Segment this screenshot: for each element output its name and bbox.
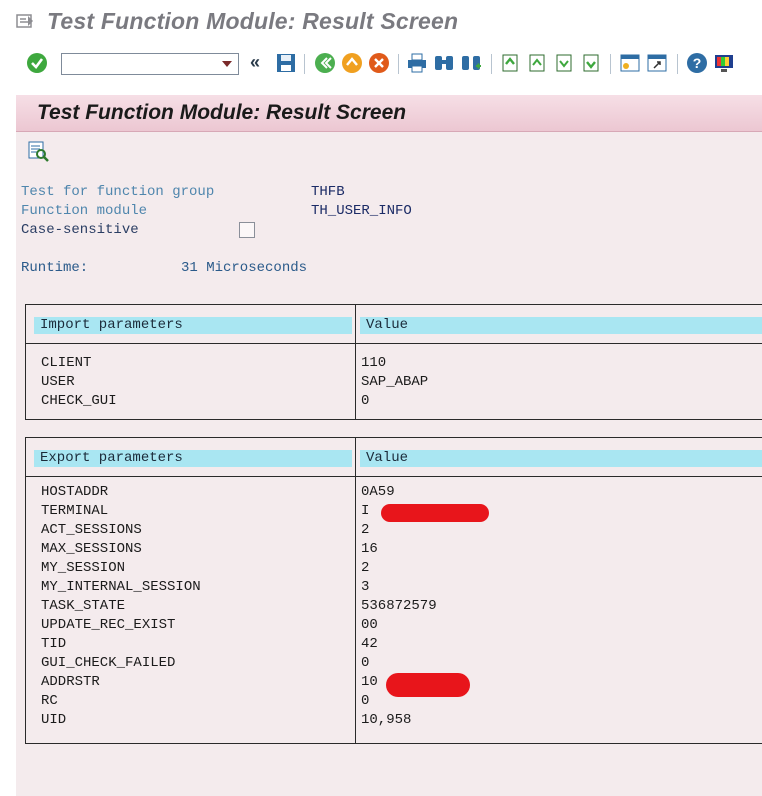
function-group-value: THFB: [311, 184, 345, 200]
parameter-name: MY_SESSION: [41, 560, 126, 576]
export-parameters-panel: Export parameters Value HOSTADDR 0A59 TERM…: [25, 437, 762, 744]
display-details-icon[interactable]: [27, 140, 49, 162]
parameter-value: 10,958: [361, 712, 412, 728]
import-parameters-header: Import parameters: [34, 317, 352, 334]
parameter-name: USER: [41, 374, 75, 390]
parameter-name: CLIENT: [41, 355, 92, 371]
toolbar-separator: [677, 54, 678, 74]
runtime-value: 31 Microseconds: [181, 260, 308, 276]
column-separator: [355, 438, 356, 743]
parameter-value: 10: [361, 674, 378, 690]
generate-shortcut-icon[interactable]: [646, 52, 668, 74]
parameter-value: 2: [361, 522, 370, 538]
back-icon[interactable]: [314, 52, 336, 74]
exit-icon[interactable]: [341, 52, 363, 74]
function-module-value: TH_USER_INFO: [311, 203, 412, 219]
parameter-name: UPDATE_REC_EXIST: [41, 617, 176, 633]
parameter-value: 0: [361, 655, 370, 671]
parameter-value: 0A59: [361, 484, 395, 500]
import-value-header: Value: [360, 317, 762, 334]
parameter-name: ADDRSTR: [41, 674, 100, 690]
standard-toolbar: « ?: [0, 46, 762, 84]
title-bar: Test Function Module: Result Screen: [0, 0, 762, 46]
case-sensitive-label: Case-sensitive: [21, 222, 139, 238]
parameter-value: 42: [361, 636, 378, 652]
chevron-down-icon[interactable]: [222, 61, 232, 67]
screen-area: Test Function Module: Result Screen Test…: [16, 95, 762, 796]
redaction-mark: [386, 673, 470, 697]
function-group-label: Test for function group: [21, 184, 215, 200]
parameter-name: GUI_CHECK_FAILED: [41, 655, 176, 671]
parameter-value: 110: [361, 355, 387, 371]
export-parameters-header: Export parameters: [34, 450, 352, 467]
import-parameters-panel: Import parameters Value CLIENT 110 USER SAP…: [25, 304, 762, 420]
parameter-value: 536872579: [361, 598, 437, 614]
parameter-name: MY_INTERNAL_SESSION: [41, 579, 201, 595]
find-icon[interactable]: [433, 52, 455, 74]
last-page-icon[interactable]: [581, 52, 603, 74]
next-page-icon[interactable]: [554, 52, 576, 74]
case-sensitive-checkbox[interactable]: [239, 222, 255, 238]
page-title: Test Function Module: Result Screen: [37, 101, 407, 124]
toolbar-separator: [398, 54, 399, 74]
export-value-header: Value: [360, 450, 762, 467]
first-page-icon[interactable]: [500, 52, 522, 74]
parameter-value: 2: [361, 560, 370, 576]
parameter-name: HOSTADDR: [41, 484, 109, 500]
function-module-label: Function module: [21, 203, 148, 219]
runtime-label: Runtime:: [21, 260, 89, 276]
create-session-icon[interactable]: [619, 52, 641, 74]
toolbar-separator: [491, 54, 492, 74]
toolbar-separator: [304, 54, 305, 74]
column-separator: [355, 305, 356, 419]
print-icon[interactable]: [406, 52, 428, 74]
parameter-value: 00: [361, 617, 378, 633]
parameter-value: I: [361, 503, 370, 519]
help-icon[interactable]: ?: [686, 52, 708, 74]
parameter-name: UID: [41, 712, 67, 728]
back-arrows-icon[interactable]: «: [250, 52, 260, 73]
parameter-value: 0: [361, 393, 370, 409]
menu-icon[interactable]: [16, 13, 34, 29]
parameter-name: TASK_STATE: [41, 598, 126, 614]
parameter-name: RC: [41, 693, 58, 709]
parameter-value: 0: [361, 693, 370, 709]
enter-icon[interactable]: [26, 52, 48, 74]
screen-header: Test Function Module: Result Screen: [16, 95, 762, 132]
parameter-name: ACT_SESSIONS: [41, 522, 142, 538]
customize-layout-icon[interactable]: [713, 52, 735, 74]
parameter-name: TERMINAL: [41, 503, 109, 519]
parameter-value: 16: [361, 541, 378, 557]
parameter-value: SAP_ABAP: [361, 374, 429, 390]
parameter-value: 3: [361, 579, 370, 595]
parameter-name: TID: [41, 636, 67, 652]
command-field[interactable]: [61, 53, 239, 75]
svg-text:?: ?: [693, 55, 702, 71]
save-icon[interactable]: [275, 52, 297, 74]
previous-page-icon[interactable]: [527, 52, 549, 74]
parameter-name: CHECK_GUI: [41, 393, 117, 409]
find-next-icon[interactable]: [460, 52, 482, 74]
toolbar-separator: [610, 54, 611, 74]
cancel-icon[interactable]: [368, 52, 390, 74]
window-title: Test Function Module: Result Screen: [47, 8, 459, 34]
redaction-mark: [381, 504, 489, 522]
parameter-name: MAX_SESSIONS: [41, 541, 142, 557]
